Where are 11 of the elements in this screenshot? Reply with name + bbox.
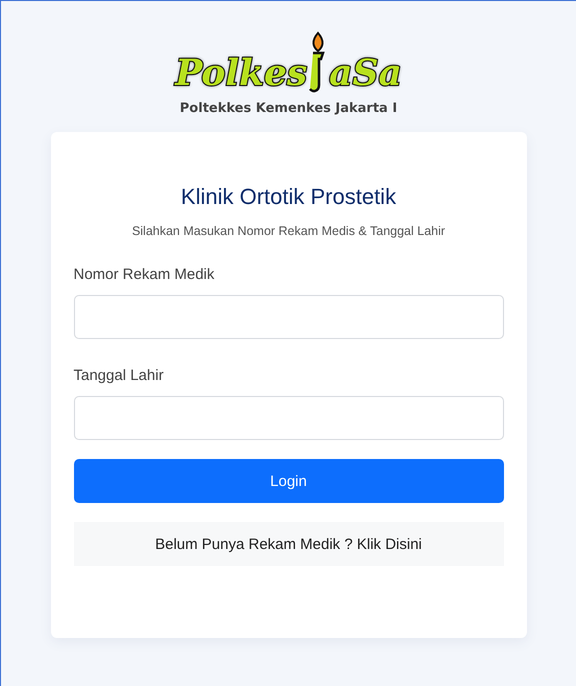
card-subtitle: Silahkan Masukan Nomor Rekam Medis & Tanggal Lahir (130, 224, 446, 238)
register-link[interactable]: Belum Punya Rekam Medik ? Klik Disini (74, 522, 504, 566)
field-label: Nomor Rekam Medik (74, 266, 216, 283)
logo-text: Polkes (175, 51, 308, 95)
field-label: Tanggal Lahir (74, 367, 165, 384)
institution-name: Poltekkes Kemenkes Jakarta I (180, 101, 398, 116)
login-button[interactable]: Login (74, 459, 504, 503)
input-field[interactable] (74, 295, 504, 339)
card-title: Klinik Ortotik Prostetik (180, 184, 398, 210)
input-field[interactable] (74, 396, 504, 440)
logo-text: aSa (329, 51, 402, 95)
